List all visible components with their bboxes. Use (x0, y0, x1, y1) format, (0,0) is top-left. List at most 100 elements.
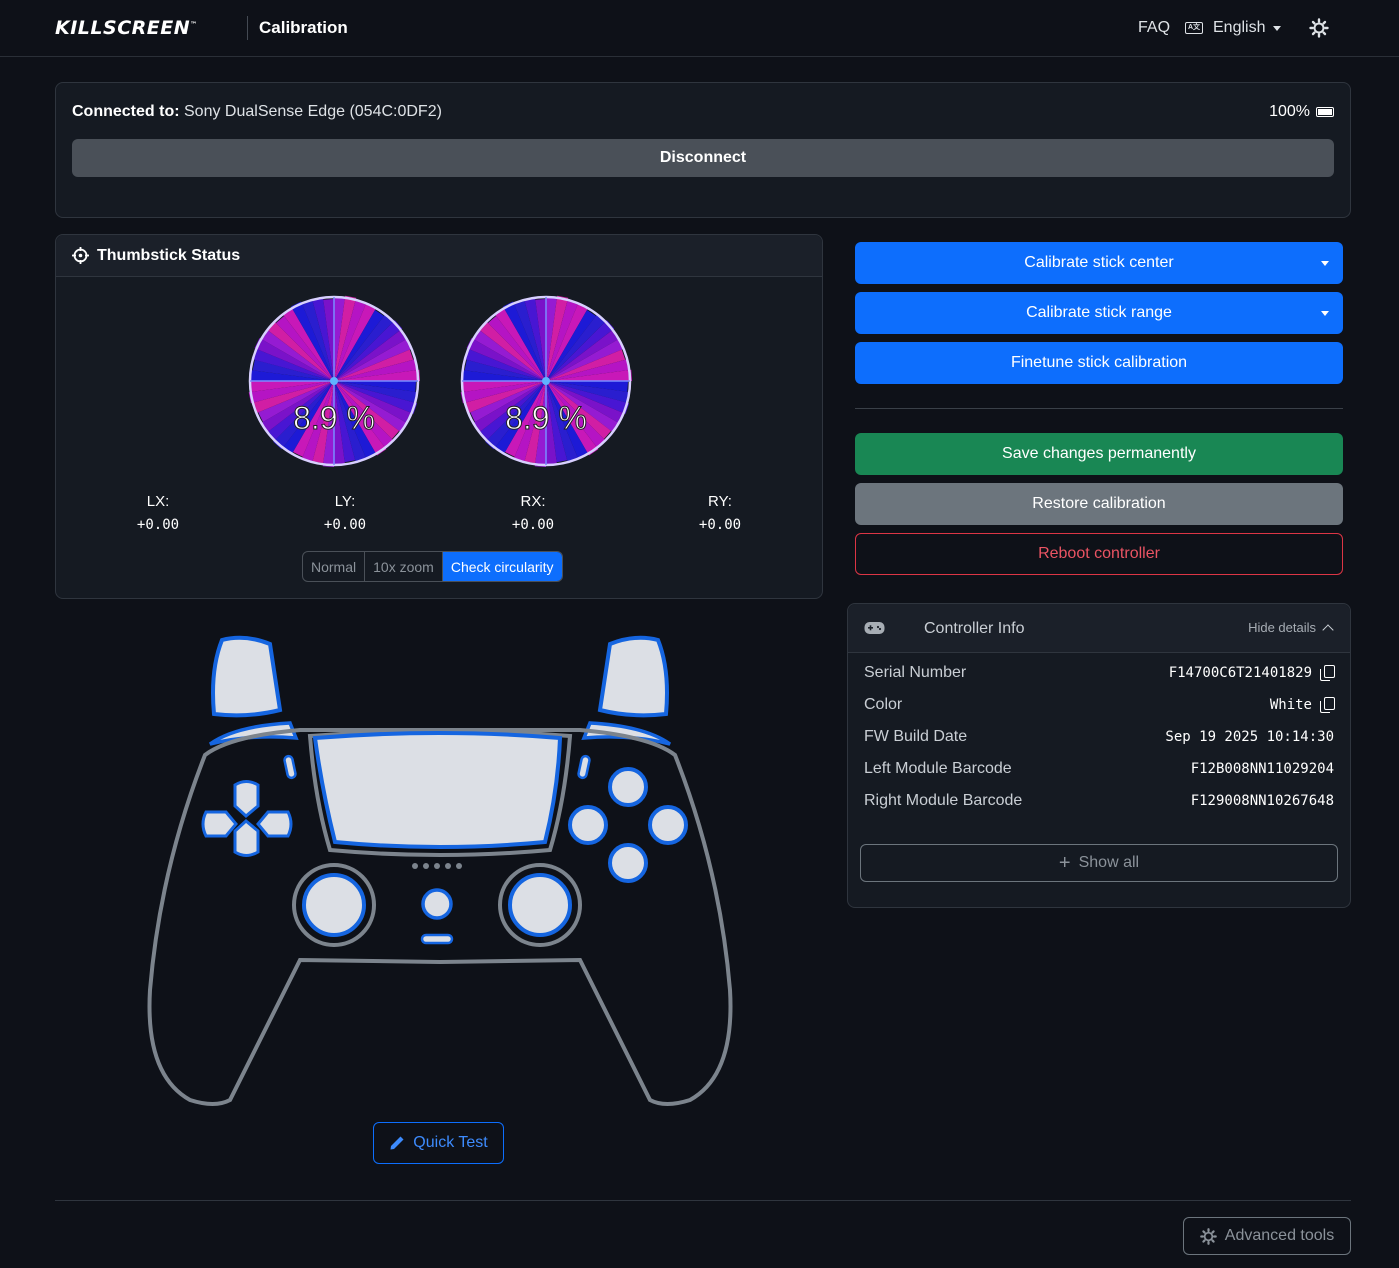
mute-button (420, 933, 454, 945)
calibrate-center-label: Calibrate stick center (1024, 254, 1174, 271)
right-stick-circularity-plot: 8.9 % (460, 295, 632, 467)
create-button (283, 754, 297, 780)
ry-value: +0.00 (698, 517, 742, 533)
brand-logo[interactable]: KILLSCREEN™ (55, 17, 198, 39)
hide-details-label: Hide details (1248, 620, 1316, 635)
lx-value: +0.00 (136, 517, 180, 533)
ly-value: +0.00 (323, 517, 367, 533)
right-stick-percent: 8.9 % (505, 400, 587, 436)
info-key: FW Build Date (864, 728, 968, 745)
info-key: Right Module Barcode (864, 792, 1023, 809)
thumbstick-status-card: Thumbstick Status 8.9 % 8.9 % LX: +0.00 … (55, 234, 823, 599)
dpad-left (201, 810, 238, 838)
stick-position-dot (330, 377, 338, 385)
ly-label: LY: (334, 493, 356, 510)
r2-trigger (597, 635, 669, 718)
info-row-color: Color White (864, 693, 1335, 717)
navbar: KILLSCREEN™ Calibration FAQ A文 English (0, 0, 1399, 57)
crosshair-icon (72, 247, 89, 264)
reboot-controller-button[interactable]: Reboot controller (855, 533, 1343, 575)
quick-test-label: Quick Test (413, 1134, 488, 1151)
controller-info-card: Controller Info Hide details Serial Numb… (847, 603, 1351, 908)
ry-label: RY: (708, 493, 732, 510)
right-module-barcode-value: F129008NN10267648 (1190, 793, 1334, 809)
speaker-dots (412, 863, 462, 869)
chevron-up-icon (1322, 623, 1334, 636)
quick-test-button[interactable]: Quick Test (373, 1122, 504, 1164)
gamepad-icon (864, 622, 885, 634)
dpad-right (256, 810, 293, 838)
serial-number-value: F14700C6T21401829 (1168, 665, 1312, 681)
l2-trigger (211, 635, 283, 718)
info-row-serial: Serial Number F14700C6T21401829 (864, 661, 1335, 685)
connection-card: Connected to: Sony DualSense Edge (054C:… (55, 82, 1351, 218)
dpad-down (233, 819, 260, 857)
dpad-up (233, 780, 260, 818)
translate-icon: A文 (1185, 22, 1203, 34)
left-stick-circularity-plot: 8.9 % (248, 295, 420, 467)
caret-down-icon[interactable] (1321, 261, 1329, 266)
footer-divider (55, 1200, 1351, 1201)
language-dropdown[interactable]: A文 English (1185, 19, 1282, 37)
copy-icon[interactable] (1320, 665, 1335, 681)
faq-link[interactable]: FAQ (1138, 19, 1170, 37)
info-row-fw-date: FW Build Date Sep 19 2025 10:14:30 (864, 725, 1334, 749)
calibrate-center-button[interactable]: Calibrate stick center (855, 242, 1343, 284)
brand-separator (247, 16, 248, 40)
calibrate-range-label: Calibrate stick range (1026, 304, 1172, 321)
info-key: Left Module Barcode (864, 760, 1012, 777)
controller-illustration (147, 635, 733, 1106)
plus-icon: + (1058, 852, 1071, 874)
finetune-button[interactable]: Finetune stick calibration (855, 342, 1343, 384)
hide-details-toggle[interactable]: Hide details (1248, 620, 1334, 636)
device-name: Sony DualSense Edge (054C:0DF2) (184, 103, 442, 120)
options-button (577, 754, 591, 780)
mode-zoom-button[interactable]: 10x zoom (365, 552, 443, 581)
controller-info-header[interactable]: Controller Info Hide details (848, 604, 1350, 653)
battery-status: 100% (1269, 103, 1334, 121)
info-key: Serial Number (864, 664, 967, 681)
right-stick (508, 873, 572, 937)
show-all-button[interactable]: + Show all (860, 844, 1338, 882)
triangle-button (608, 767, 648, 807)
lx-label: LX: (146, 493, 170, 510)
rx-label: RX: (520, 493, 546, 510)
mode-circularity-button[interactable]: Check circularity (442, 552, 562, 581)
info-row-right-barcode: Right Module Barcode F129008NN10267648 (864, 789, 1334, 813)
caret-down-icon[interactable] (1321, 311, 1329, 316)
caret-down-icon (1273, 25, 1282, 31)
ps-button (421, 888, 453, 920)
pencil-icon (390, 1136, 404, 1150)
info-key: Color (864, 696, 903, 713)
advanced-tools-label: Advanced tools (1224, 1227, 1335, 1244)
display-mode-toggle: Normal 10x zoom Check circularity (302, 551, 563, 582)
controller-info-title: Controller Info (924, 620, 1025, 637)
advanced-tools-button[interactable]: Advanced tools (1183, 1217, 1351, 1255)
gear-icon (1199, 1227, 1217, 1245)
divider (855, 408, 1343, 409)
left-stick-percent: 8.9 % (293, 400, 375, 436)
circle-button (648, 805, 688, 845)
thumbstick-title: Thumbstick Status (97, 246, 241, 264)
calibrate-range-button[interactable]: Calibrate stick range (855, 292, 1343, 334)
fw-build-date-value: Sep 19 2025 10:14:30 (1165, 729, 1334, 745)
left-module-barcode-value: F12B008NN11029204 (1190, 761, 1334, 777)
save-permanently-button[interactable]: Save changes permanently (855, 433, 1343, 475)
battery-full-icon (1316, 107, 1334, 117)
connection-status: Connected to: Sony DualSense Edge (054C:… (72, 103, 442, 120)
touchpad (312, 731, 563, 849)
page-title: Calibration (259, 18, 348, 37)
cross-button (608, 843, 648, 883)
restore-calibration-button[interactable]: Restore calibration (855, 483, 1343, 525)
theme-toggle-icon[interactable] (1309, 18, 1329, 38)
square-button (568, 805, 608, 845)
mode-normal-button[interactable]: Normal (303, 552, 366, 581)
copy-icon[interactable] (1320, 697, 1335, 713)
disconnect-button[interactable]: Disconnect (72, 139, 1334, 177)
stick-position-dot (542, 377, 550, 385)
thumbstick-header: Thumbstick Status (56, 235, 822, 277)
show-all-label: Show all (1078, 854, 1140, 871)
info-row-left-barcode: Left Module Barcode F12B008NN11029204 (864, 757, 1334, 781)
color-value: White (1269, 697, 1312, 713)
language-label: English (1213, 19, 1266, 36)
